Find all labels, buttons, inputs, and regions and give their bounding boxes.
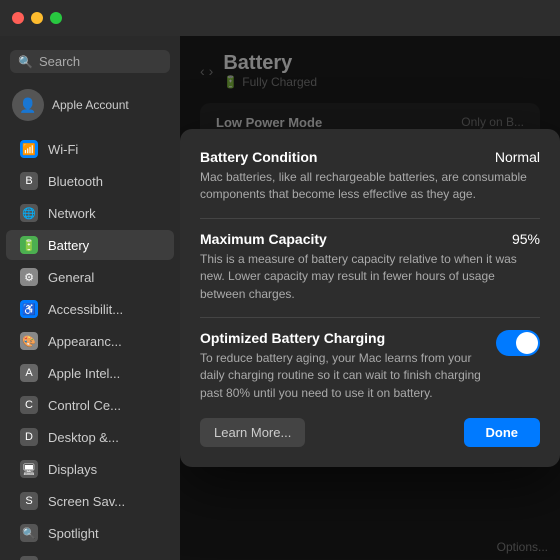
sidebar-item-apple-intel[interactable]: A Apple Intel...	[6, 358, 174, 388]
sidebar-item-desktop[interactable]: D Desktop &...	[6, 422, 174, 452]
displays-icon: 🖥	[20, 460, 38, 478]
modal-footer: Learn More... Done	[200, 418, 540, 447]
sidebar-label-apple-intel: Apple Intel...	[48, 366, 120, 381]
sidebar-item-bluetooth[interactable]: B Bluetooth	[6, 166, 174, 196]
control-icon: C	[20, 396, 38, 414]
modal-divider-1	[200, 218, 540, 219]
minimize-button[interactable]	[31, 12, 43, 24]
sidebar-item-wifi[interactable]: 📶 Wi-Fi	[6, 134, 174, 164]
sidebar-item-accessibility[interactable]: ♿ Accessibilit...	[6, 294, 174, 324]
wifi-icon: 📶	[20, 140, 38, 158]
wallpaper-icon: W	[20, 556, 38, 560]
sidebar-item-battery[interactable]: 🔋 Battery	[6, 230, 174, 260]
spotlight-icon: 🔍	[20, 524, 38, 542]
sidebar-label-screensave: Screen Sav...	[48, 494, 125, 509]
modal-condition-desc: Mac batteries, like all rechargeable bat…	[200, 169, 540, 204]
sidebar-item-appearance[interactable]: 🎨 Appearanc...	[6, 326, 174, 356]
sidebar-label-network: Network	[48, 206, 96, 221]
modal-condition-value: Normal	[495, 149, 540, 165]
modal-max-capacity: Maximum Capacity 95% This is a measure o…	[200, 231, 540, 303]
sidebar-label-appearance: Appearanc...	[48, 334, 122, 349]
toggle-knob	[516, 332, 538, 354]
search-label: Search	[39, 54, 80, 69]
network-icon: 🌐	[20, 204, 38, 222]
sidebar-item-general[interactable]: ⚙ General	[6, 262, 174, 292]
done-button[interactable]: Done	[464, 418, 541, 447]
sidebar-label-wifi: Wi-Fi	[48, 142, 78, 157]
sidebar-item-wallpaper[interactable]: W Wallpaper	[6, 550, 174, 560]
title-bar	[0, 0, 560, 36]
bluetooth-icon: B	[20, 172, 38, 190]
modal-overlay: Battery Condition Normal Mac batteries, …	[180, 36, 560, 560]
sidebar-label-spotlight: Spotlight	[48, 526, 99, 541]
sidebar-item-displays[interactable]: 🖥 Displays	[6, 454, 174, 484]
close-button[interactable]	[12, 12, 24, 24]
modal-capacity-title: Maximum Capacity	[200, 231, 327, 247]
avatar: 👤	[12, 89, 44, 121]
sidebar-label-accessibility: Accessibilit...	[48, 302, 123, 317]
desktop-icon: D	[20, 428, 38, 446]
optimized-charging-title: Optimized Battery Charging	[200, 330, 484, 346]
sidebar: 🔍 Search 👤 Apple Account 📶 Wi-Fi B Bluet…	[0, 36, 180, 560]
sidebar-label-desktop: Desktop &...	[48, 430, 119, 445]
modal-condition-title: Battery Condition	[200, 149, 317, 165]
optimized-charging-label-block: Optimized Battery Charging To reduce bat…	[200, 330, 496, 402]
apple-intel-icon: A	[20, 364, 38, 382]
maximize-button[interactable]	[50, 12, 62, 24]
modal-capacity-desc: This is a measure of battery capacity re…	[200, 251, 540, 303]
modal-capacity-value: 95%	[512, 231, 540, 247]
sidebar-label-general: General	[48, 270, 94, 285]
main-layout: 🔍 Search 👤 Apple Account 📶 Wi-Fi B Bluet…	[0, 36, 560, 560]
sidebar-label-bluetooth: Bluetooth	[48, 174, 103, 189]
sidebar-item-network[interactable]: 🌐 Network	[6, 198, 174, 228]
account-section[interactable]: 👤 Apple Account	[0, 83, 180, 127]
sidebar-label-control: Control Ce...	[48, 398, 121, 413]
sidebar-item-spotlight[interactable]: 🔍 Spotlight	[6, 518, 174, 548]
optimized-charging-desc: To reduce battery aging, your Mac learns…	[200, 350, 484, 402]
modal-battery-condition: Battery Condition Normal Mac batteries, …	[200, 149, 540, 204]
optimized-charging-row: Optimized Battery Charging To reduce bat…	[200, 330, 540, 402]
screensave-icon: S	[20, 492, 38, 510]
sidebar-item-control[interactable]: C Control Ce...	[6, 390, 174, 420]
learn-more-button[interactable]: Learn More...	[200, 418, 305, 447]
content-area: ‹ › Battery 🔋 Fully Charged Low Power Mo…	[180, 36, 560, 560]
battery-icon: 🔋	[20, 236, 38, 254]
accessibility-icon: ♿	[20, 300, 38, 318]
sidebar-label-displays: Displays	[48, 462, 97, 477]
sidebar-label-battery: Battery	[48, 238, 89, 253]
search-icon: 🔍	[18, 55, 33, 69]
search-bar[interactable]: 🔍 Search	[10, 50, 170, 73]
traffic-lights	[12, 12, 62, 24]
sidebar-item-screensave[interactable]: S Screen Sav...	[6, 486, 174, 516]
account-label: Apple Account	[52, 98, 129, 112]
general-icon: ⚙	[20, 268, 38, 286]
appearance-icon: 🎨	[20, 332, 38, 350]
modal-divider-2	[200, 317, 540, 318]
battery-health-modal: Battery Condition Normal Mac batteries, …	[180, 129, 560, 467]
optimized-charging-toggle[interactable]	[496, 330, 540, 356]
